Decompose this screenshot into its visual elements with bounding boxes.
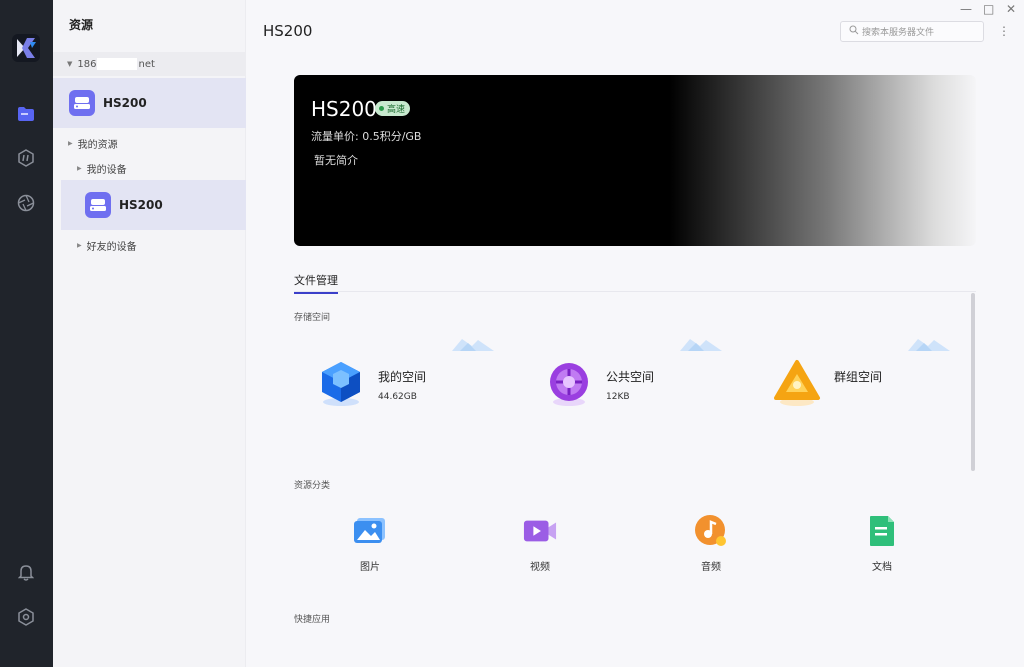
caret-right-icon: ▶	[77, 242, 82, 249]
device-banner: HS200 高速 流量单价: 0.5积分/GB 暂无简介	[294, 75, 976, 246]
tree-label: 我的设备	[86, 165, 127, 176]
panel-title: 资源	[69, 18, 94, 32]
storage-card-my-space[interactable]: 我的空间 44.62GB	[316, 336, 536, 426]
storage-card-group-space[interactable]: 群组空间	[772, 336, 992, 426]
app-logo-icon	[12, 34, 40, 62]
minimize-button[interactable]: —	[960, 2, 972, 16]
storage-size: 44.62GB	[378, 392, 417, 402]
tree-my-resources[interactable]: ▶ 我的资源	[68, 136, 118, 151]
video-icon	[523, 514, 557, 548]
category-documents[interactable]: 文档	[852, 514, 912, 573]
device-item-hs200-selected[interactable]: HS200	[61, 180, 246, 230]
orange-triangle-icon	[774, 360, 820, 406]
document-icon	[865, 514, 899, 548]
device-icon	[69, 90, 95, 116]
app-sidebar	[0, 0, 53, 667]
device-icon	[85, 192, 111, 218]
picture-icon	[353, 514, 387, 548]
caret-right-icon: ▶	[68, 140, 73, 147]
storage-name: 公共空间	[606, 370, 655, 384]
audio-icon	[694, 514, 728, 548]
purple-sphere-icon	[550, 363, 588, 406]
page-title: HS200	[263, 22, 313, 40]
search-placeholder: 搜索本服务器文件	[862, 28, 935, 38]
tree-my-devices[interactable]: ▶ 我的设备	[77, 161, 127, 176]
account-row[interactable]: ▼ 186 net	[53, 52, 246, 76]
storage-name: 群组空间	[834, 370, 883, 384]
device-name: HS200	[103, 96, 147, 110]
traffic-price: 流量单价: 0.5积分/GB	[311, 130, 422, 143]
tab-bar: 文件管理	[294, 270, 976, 294]
account-prefix: 186	[77, 58, 97, 70]
category-label: 音频	[701, 562, 721, 573]
search-icon	[849, 25, 859, 38]
banner-device-name: HS200	[311, 97, 377, 121]
settings-icon[interactable]	[15, 606, 37, 628]
storage-card-public-space[interactable]: 公共空间 12KB	[544, 336, 764, 426]
device-intro: 暂无简介	[314, 154, 358, 167]
storage-section-label: 存储空间	[294, 313, 331, 323]
cloud-decoration-icon	[680, 339, 722, 351]
close-button[interactable]: ✕	[1006, 2, 1016, 16]
maximize-button[interactable]: □	[983, 2, 994, 16]
aperture-icon[interactable]	[15, 192, 37, 214]
folder-icon[interactable]	[15, 103, 37, 125]
account-suffix: net	[138, 58, 155, 70]
category-label: 视频	[530, 562, 550, 573]
search-input[interactable]: 搜索本服务器文件	[840, 21, 984, 42]
badge-label: 高速	[387, 105, 406, 115]
more-menu-button[interactable]: ⋮	[998, 24, 1010, 38]
caret-right-icon: ▶	[77, 165, 82, 172]
category-section-label: 资源分类	[294, 481, 331, 491]
category-label: 图片	[360, 562, 380, 573]
device-name: HS200	[119, 198, 163, 212]
device-item-hs200[interactable]: HS200	[53, 78, 246, 128]
cloud-decoration-icon	[452, 339, 494, 351]
storage-size: 12KB	[606, 392, 630, 402]
quick-apps-section-label: 快捷应用	[294, 615, 331, 625]
resource-icon[interactable]	[15, 147, 37, 169]
main-content: HS200 — □ ✕ 搜索本服务器文件 ⋮ HS200 高速 流量单价: 0.…	[246, 0, 1024, 667]
tree-label: 我的资源	[77, 140, 118, 151]
tab-file-management[interactable]: 文件管理	[294, 272, 338, 294]
blue-cube-icon	[322, 362, 360, 406]
category-pictures[interactable]: 图片	[340, 514, 400, 573]
storage-name: 我的空间	[378, 370, 427, 384]
caret-down-icon: ▼	[67, 60, 73, 68]
category-videos[interactable]: 视频	[510, 514, 570, 573]
cloud-decoration-icon	[908, 339, 950, 351]
tree-label: 好友的设备	[86, 242, 137, 253]
bell-icon[interactable]	[15, 561, 37, 583]
status-dot-icon	[379, 106, 384, 111]
tree-friend-devices[interactable]: ▶ 好友的设备	[77, 238, 137, 253]
category-audio[interactable]: 音频	[681, 514, 741, 573]
speed-badge: 高速	[375, 101, 411, 116]
category-label: 文档	[872, 562, 892, 573]
account-mask	[97, 58, 138, 70]
resource-panel: 资源 ▼ 186 net HS200 ▶ 我的资源 ▶ 我的设备 HS200 ▶…	[53, 0, 246, 667]
